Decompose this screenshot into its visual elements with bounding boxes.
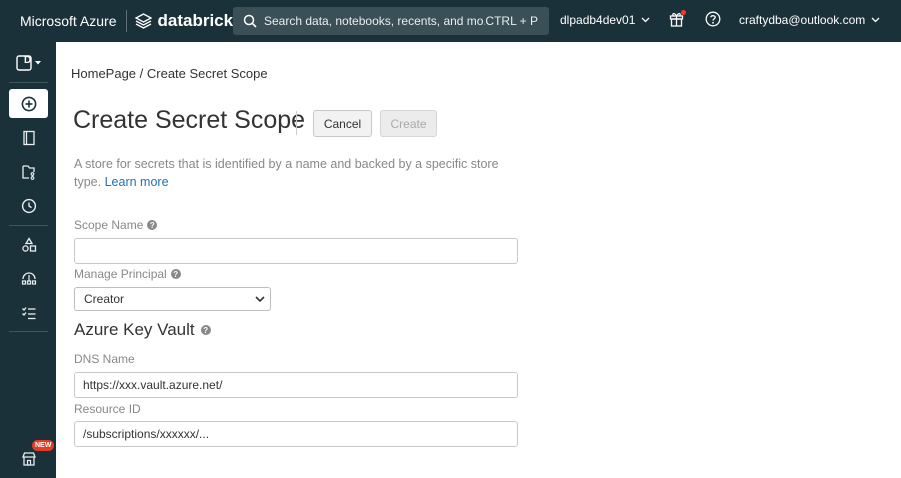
azure-key-vault-heading: Azure Key Vault ? bbox=[74, 320, 211, 340]
scope-name-label-text: Scope Name bbox=[74, 218, 144, 232]
shapes-icon bbox=[21, 236, 36, 252]
plus-circle-icon bbox=[21, 96, 36, 111]
page-title: Create Secret Scope bbox=[73, 106, 306, 134]
azure-brand[interactable]: Microsoft Azure bbox=[20, 13, 116, 29]
breadcrumb[interactable]: HomePage / Create Secret Scope bbox=[71, 66, 268, 81]
user-menu[interactable]: craftydba@outlook.com bbox=[739, 13, 880, 27]
dns-name-input[interactable]: https://xxx.vault.azure.net/ bbox=[74, 372, 518, 398]
sidebar: D NEW bbox=[0, 42, 56, 478]
resource-id-label: Resource ID bbox=[74, 402, 141, 416]
search-placeholder: Search data, notebooks, recents, and mo.… bbox=[264, 14, 486, 28]
workspace-switcher[interactable]: D bbox=[9, 48, 48, 77]
resource-id-label-text: Resource ID bbox=[74, 402, 141, 416]
sidebar-item-workflows[interactable] bbox=[9, 298, 48, 327]
workspace-initial: D bbox=[24, 55, 32, 66]
dns-name-label-text: DNS Name bbox=[74, 352, 135, 366]
help-icon bbox=[705, 11, 721, 27]
notification-dot bbox=[681, 10, 686, 15]
page-description: A store for secrets that is identified b… bbox=[74, 155, 514, 191]
cluster-icon bbox=[21, 271, 36, 285]
search-bar[interactable]: Search data, notebooks, recents, and mo.… bbox=[233, 7, 549, 35]
manage-principal-value: Creator bbox=[84, 292, 125, 306]
create-button[interactable]: Create bbox=[380, 110, 437, 137]
sidebar-item-recents[interactable] bbox=[9, 191, 48, 220]
databricks-layers-icon bbox=[135, 13, 153, 29]
databricks-wordmark: databricks bbox=[157, 11, 243, 30]
chevron-down-icon bbox=[255, 296, 265, 302]
sidebar-item-compute[interactable] bbox=[9, 264, 48, 293]
section-title: Azure Key Vault bbox=[74, 320, 195, 339]
databricks-logo[interactable]: databricks bbox=[135, 11, 243, 31]
manage-principal-label: Manage Principal ? bbox=[74, 267, 181, 281]
workspace-selector[interactable]: dlpadb4dev01 bbox=[560, 13, 650, 27]
title-divider bbox=[296, 111, 297, 135]
scope-name-input[interactable] bbox=[74, 238, 518, 264]
top-bar: Microsoft Azure databricks Search data, … bbox=[0, 0, 901, 42]
help-button[interactable] bbox=[705, 11, 721, 32]
brand-divider bbox=[126, 10, 128, 32]
dns-name-label: DNS Name bbox=[74, 352, 135, 366]
sidebar-divider bbox=[9, 225, 48, 226]
sidebar-item-repos[interactable] bbox=[9, 157, 48, 186]
checklist-icon bbox=[21, 306, 35, 319]
learn-more-link[interactable]: Learn more bbox=[105, 175, 169, 189]
sidebar-item-create[interactable] bbox=[9, 89, 48, 118]
chevron-down-icon bbox=[871, 17, 880, 23]
help-icon[interactable]: ? bbox=[170, 269, 181, 279]
workspace-name: dlpadb4dev01 bbox=[560, 13, 636, 27]
clock-icon bbox=[21, 198, 36, 213]
chevron-down-icon bbox=[641, 17, 650, 23]
scope-name-label: Scope Name ? bbox=[74, 218, 158, 232]
search-shortcut: CTRL + P bbox=[485, 14, 538, 28]
cancel-button[interactable]: Cancel bbox=[313, 110, 372, 137]
manage-principal-label-text: Manage Principal bbox=[74, 267, 167, 281]
help-icon[interactable]: ? bbox=[200, 325, 211, 335]
search-icon bbox=[243, 14, 257, 28]
user-email: craftydba@outlook.com bbox=[739, 13, 866, 27]
sidebar-divider bbox=[9, 331, 48, 332]
notebook-icon bbox=[22, 130, 35, 145]
manage-principal-select[interactable]: Creator bbox=[74, 287, 271, 311]
store-icon bbox=[21, 451, 36, 466]
repos-icon bbox=[21, 164, 35, 180]
new-badge: NEW bbox=[32, 440, 55, 451]
resource-id-input[interactable]: /subscriptions/xxxxxx/... bbox=[74, 421, 518, 447]
sidebar-item-data[interactable] bbox=[9, 230, 48, 259]
sidebar-divider bbox=[9, 82, 48, 83]
help-icon[interactable]: ? bbox=[147, 220, 158, 230]
whats-new-button[interactable] bbox=[669, 10, 686, 32]
sidebar-item-workspace[interactable] bbox=[9, 123, 48, 152]
